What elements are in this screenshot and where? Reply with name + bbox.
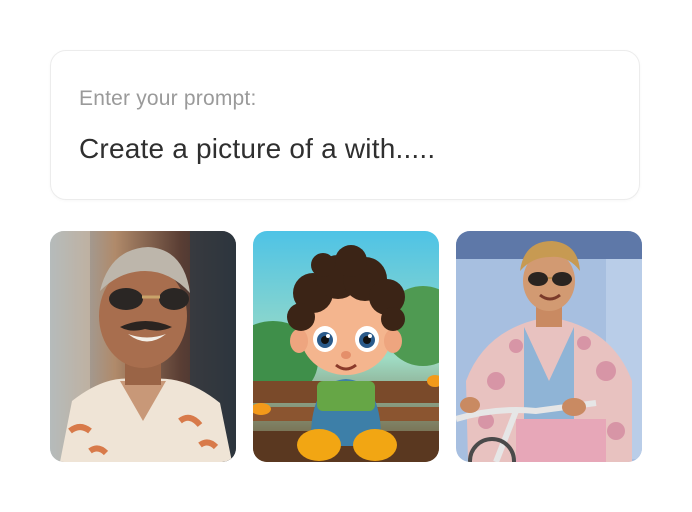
gallery-image-1[interactable]: [50, 231, 236, 462]
gallery-image-2[interactable]: [253, 231, 439, 462]
image-gallery: [50, 231, 642, 463]
gallery-image-3[interactable]: [456, 231, 642, 462]
prompt-input[interactable]: Create a picture of a with.....: [79, 133, 435, 165]
prompt-label: Enter your prompt:: [79, 87, 257, 110]
prompt-card[interactable]: Enter your prompt: Create a picture of a…: [50, 50, 640, 200]
